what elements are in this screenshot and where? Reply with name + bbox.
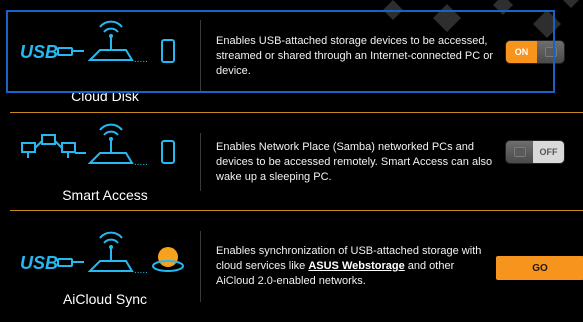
feature-row-aicloud-sync: USB ..... AiCloud Sync Enables synchroni… [10,210,583,322]
feature-description-cloud-disk: Enables USB-attached storage devices to … [201,0,494,112]
svg-text:.....: ..... [134,265,148,276]
toggle-on-label: ON [506,41,537,63]
feature-icon-cloud-disk: USB ..... Cloud Disk [10,0,200,112]
feature-title-aicloud-sync: AiCloud Sync [62,291,148,307]
feature-row-smart-access: ..... Smart Access Enables Network Place… [10,112,583,211]
aicloud-sync-go-button[interactable]: GO [496,256,583,280]
cloud-disk-icon: USB ..... [20,20,175,65]
smart-access-toggle[interactable]: OFF [506,141,564,163]
svg-text:.....: ..... [134,54,148,65]
feature-description-smart-access: Enables Network Place (Samba) networked … [201,113,494,211]
description-text: Enables USB-attached storage devices to … [216,34,493,77]
description-text: Enables Network Place (Samba) networked … [216,140,493,183]
usb-logo-icon: USB [20,253,58,273]
toggle-off-label: OFF [533,141,564,163]
toggle-knob [537,41,564,63]
feature-title-smart-access: Smart Access [62,187,148,203]
cloud-disk-toggle[interactable]: ON [506,41,564,63]
description-text: Enables synchronization of USB-attached … [216,245,482,287]
feature-title-cloud-disk: Cloud Disk [71,88,139,104]
feature-icon-aicloud-sync: USB ..... AiCloud Sync [10,211,200,322]
feature-row-cloud-disk: USB ..... Cloud Disk Enables USB-attache… [10,0,583,112]
smart-access-icon: ..... [21,123,175,168]
feature-description-aicloud-sync: Enables synchronization of USB-attached … [201,211,494,322]
toggle-knob [506,141,533,163]
feature-icon-smart-access: ..... Smart Access [10,113,200,211]
aicloud-sync-icon: USB ..... [20,231,184,276]
usb-logo-icon: USB [20,42,58,62]
svg-text:.....: ..... [134,157,148,168]
asus-webstorage-link[interactable]: ASUS Webstorage [308,260,404,272]
